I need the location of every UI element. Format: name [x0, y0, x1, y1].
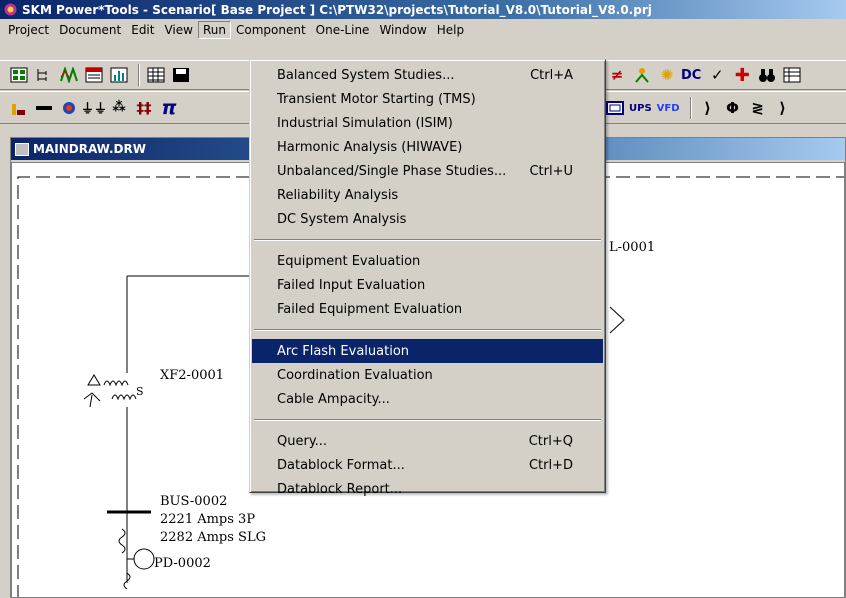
menu-view[interactable]: View: [159, 21, 197, 39]
table-icon[interactable]: [781, 64, 803, 86]
load-icon[interactable]: ⁂: [108, 97, 130, 119]
menu-help[interactable]: Help: [432, 21, 469, 39]
person-icon[interactable]: [631, 64, 653, 86]
run-menu-dropdown: Balanced System Studies... Ctrl+A Transie…: [249, 59, 606, 497]
menu-item-balanced-system-studies[interactable]: Balanced System Studies... Ctrl+A: [252, 63, 603, 87]
app-icon: [3, 2, 18, 17]
relay-icon[interactable]: ≷: [747, 97, 769, 119]
menu-separator: [254, 419, 601, 421]
menu-item-dc-system-analysis[interactable]: DC System Analysis: [252, 207, 603, 231]
menu-component[interactable]: Component: [231, 21, 311, 39]
chart-icon[interactable]: [108, 64, 130, 86]
tree-icon[interactable]: [33, 64, 55, 86]
panel-icon[interactable]: [604, 97, 626, 119]
ground-icon[interactable]: ⏚⏚: [81, 97, 107, 119]
menu-separator: [254, 329, 601, 331]
save-icon[interactable]: [170, 64, 192, 86]
motor-icon[interactable]: [58, 97, 80, 119]
bus-label: BUS-0002: [160, 494, 228, 509]
transformer-label: XF2-0001: [160, 368, 225, 383]
menu-item-unbalanced-single-phase[interactable]: Unbalanced/Single Phase Studies... Ctrl+U: [252, 159, 603, 183]
transformer-symbol: [83, 374, 137, 408]
bus-icon[interactable]: [8, 97, 30, 119]
protective-device-symbol: [118, 528, 155, 590]
menu-separator: [254, 239, 601, 241]
report-icon[interactable]: [83, 64, 105, 86]
menu-item-cable-ampacity[interactable]: Cable Ampacity...: [252, 387, 603, 411]
filter-icon[interactable]: ‡‡: [133, 97, 155, 119]
menu-item-harmonic-analysis[interactable]: Harmonic Analysis (HIWAVE): [252, 135, 603, 159]
menu-item-datablock-report[interactable]: Datablock Report...: [252, 477, 603, 501]
window-title: SKM Power*Tools - Scenario[ Base Project…: [22, 2, 652, 17]
dc-button[interactable]: DC: [681, 68, 701, 83]
cross-icon[interactable]: ✚: [731, 64, 753, 86]
menu-item-reliability-analysis[interactable]: Reliability Analysis: [252, 183, 603, 207]
menu-document[interactable]: Document: [54, 21, 126, 39]
breaker-icon[interactable]: ⟩: [697, 97, 719, 119]
menu-item-transient-motor-starting[interactable]: Transient Motor Starting (TMS): [252, 87, 603, 111]
line-icon[interactable]: [33, 97, 55, 119]
menu-item-failed-equipment-evaluation[interactable]: Failed Equipment Evaluation: [252, 297, 603, 321]
drawing-icon: [15, 142, 29, 156]
pi-icon[interactable]: π: [158, 97, 180, 119]
menu-project[interactable]: Project: [3, 21, 54, 39]
toolbar-separator: [138, 64, 140, 86]
menu-run[interactable]: Run: [197, 20, 231, 39]
bus-amps-slg: 2282 Amps SLG: [160, 530, 266, 545]
binoculars-icon[interactable]: [756, 64, 778, 86]
arrow-symbol: [609, 306, 625, 334]
oneline-icon[interactable]: [8, 64, 30, 86]
title-bar: SKM Power*Tools - Scenario[ Base Project…: [0, 0, 846, 19]
transformer-s-label: S: [136, 385, 144, 398]
menubar: Project Document Edit View Run Component…: [0, 19, 846, 40]
waveform-icon[interactable]: [58, 64, 80, 86]
menu-item-coordination-evaluation[interactable]: Coordination Evaluation: [252, 363, 603, 387]
menu-item-datablock-format[interactable]: Datablock Format... Ctrl+D: [252, 453, 603, 477]
menu-item-query[interactable]: Query... Ctrl+Q: [252, 429, 603, 453]
menu-window[interactable]: Window: [374, 21, 431, 39]
grid-icon[interactable]: [145, 64, 167, 86]
lightbulb-icon[interactable]: ✺: [656, 64, 678, 86]
line-label: L-0001: [609, 240, 656, 255]
menu-item-industrial-simulation[interactable]: Industrial Simulation (ISIM): [252, 111, 603, 135]
menu-item-equipment-evaluation[interactable]: Equipment Evaluation: [252, 249, 603, 273]
checkmark-icon[interactable]: ✓: [706, 64, 728, 86]
menu-one-line[interactable]: One-Line: [311, 21, 375, 39]
switch-icon[interactable]: ⟩: [772, 97, 794, 119]
bus-amps-3p: 2221 Amps 3P: [160, 512, 256, 527]
vfd-button[interactable]: VFD: [657, 103, 680, 114]
ups-button[interactable]: UPS: [629, 103, 652, 114]
balance-icon[interactable]: ≠: [606, 64, 628, 86]
menu-item-failed-input-evaluation[interactable]: Failed Input Evaluation: [252, 273, 603, 297]
menu-item-arc-flash-evaluation[interactable]: Arc Flash Evaluation: [252, 339, 603, 363]
pd-label: PD-0002: [154, 556, 211, 571]
menu-edit[interactable]: Edit: [126, 21, 159, 39]
toolbar-separator: [689, 97, 692, 119]
fuse-icon[interactable]: Φ: [722, 97, 744, 119]
document-title: MAINDRAW.DRW: [33, 142, 146, 156]
